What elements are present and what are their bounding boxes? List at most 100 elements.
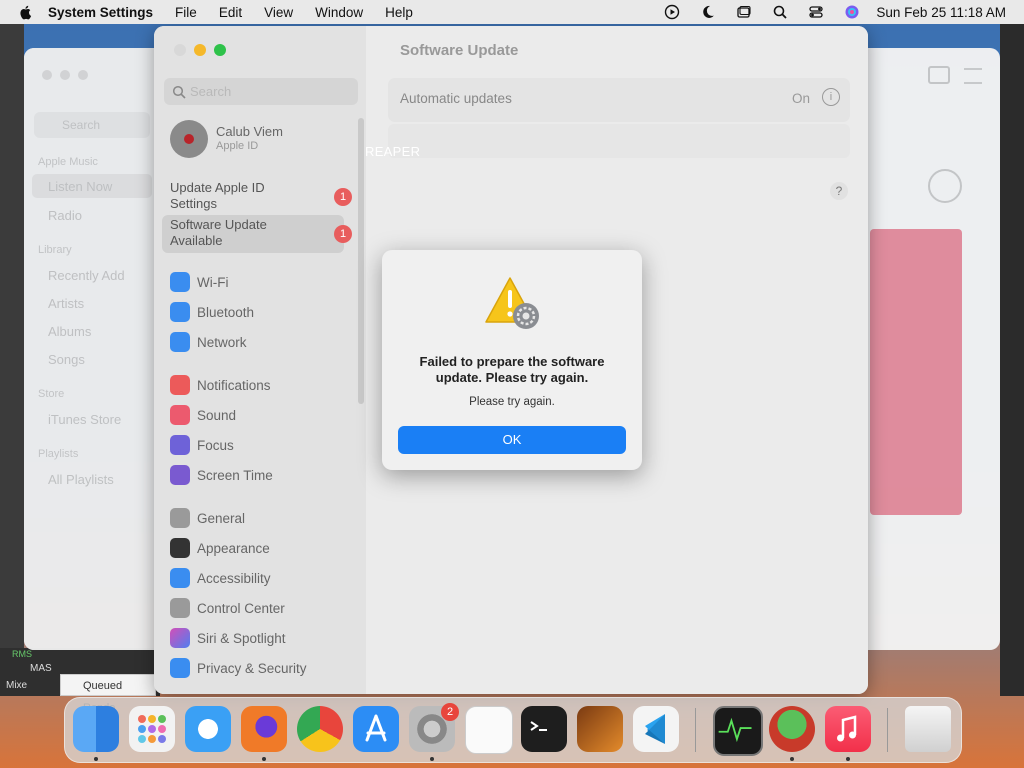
notice-update-apple-id-settings[interactable]: Update Apple ID Settings 1 [162,178,352,216]
menu-clock[interactable]: Sun Feb 25 11:18 AM [876,5,1006,20]
sidebar-item-sound[interactable]: Sound [170,402,236,428]
siri-icon [170,628,190,648]
play-status-icon[interactable] [664,4,680,20]
music-item-all-playlists[interactable]: All Playlists [48,472,114,487]
sidebar-item-privacy-security[interactable]: Privacy & Security [170,655,307,681]
sidebar-item-accessibility[interactable]: Accessibility [170,565,271,591]
finder-icon[interactable] [73,706,119,752]
sidebar-item-control-center[interactable]: Control Center [170,595,285,621]
music-item-recently-added[interactable]: Recently Add [48,268,125,283]
safari-icon[interactable] [185,706,231,752]
notifications-bell-icon [170,375,190,395]
alert-message: Failed to prepare the software update. P… [419,354,605,385]
dock-divider [695,708,696,752]
help-button[interactable]: ? [830,182,848,200]
music-item-artists[interactable]: Artists [48,296,84,311]
update-status-area [388,124,850,158]
menu-edit[interactable]: Edit [219,5,242,20]
info-icon[interactable]: i [822,88,840,106]
automatic-updates-label: Automatic updates [400,91,512,106]
music-icon[interactable] [825,706,871,752]
sidebar-item-siri-spotlight[interactable]: Siri & Spotlight [170,625,286,651]
running-indicator [790,757,794,761]
window-controls [174,44,226,56]
menu-help[interactable]: Help [385,5,413,20]
firefox-icon[interactable] [241,706,287,752]
apple-menu-icon[interactable] [18,4,34,20]
sidebar-item-wifi[interactable]: Wi-Fi [170,269,228,295]
notice-badge: 1 [334,225,352,243]
sidebar-item-notifications[interactable]: Notifications [170,372,271,398]
sidebar-item-appearance[interactable]: Appearance [170,535,270,561]
menu-window[interactable]: Window [315,5,363,20]
sidebar-item-screen-time[interactable]: Screen Time [170,462,273,488]
garageband-icon[interactable] [577,706,623,752]
menu-view[interactable]: View [264,5,293,20]
screen-time-hourglass-icon [170,465,190,485]
sidebar-item-focus[interactable]: Focus [170,432,234,458]
menu-file[interactable]: File [175,5,197,20]
control-center-icon[interactable] [808,4,824,20]
music-item-itunes-store[interactable]: iTunes Store [48,412,121,427]
trash-icon[interactable] [905,706,951,752]
automatic-updates-value: On [791,91,810,106]
settings-search-input[interactable]: Search [164,78,358,105]
privacy-hand-icon [170,658,190,678]
music-section-playlists: Playlists [38,448,79,460]
running-indicator [262,757,266,761]
chrome-icon[interactable] [297,706,343,752]
profile-name: Calub Viem [216,124,283,139]
general-gear-icon [170,508,190,528]
notice-software-update-available[interactable]: Software Update Available 1 [162,215,352,253]
warning-icon [485,277,539,329]
accessibility-icon [170,568,190,588]
sidebar-item-network[interactable]: Network [170,329,247,355]
queued-render-tab[interactable]: Queued Rende [60,674,156,714]
settings-sidebar: Search Calub Viem Apple ID Update Apple … [154,26,366,694]
avatar [170,120,208,158]
automatic-updates-row[interactable]: Automatic updates On i [388,78,850,122]
activity-monitor-icon[interactable] [713,706,763,756]
zoom-window-button[interactable] [214,44,226,56]
app-name-menu[interactable]: System Settings [48,5,153,20]
music-item-songs[interactable]: Songs [48,352,85,367]
app-store-icon[interactable] [353,706,399,752]
minimize-window-button[interactable] [194,44,206,56]
launchpad-icon[interactable] [129,706,175,752]
textedit-icon[interactable] [465,706,513,754]
close-window-button[interactable] [174,44,186,56]
spotlight-search-icon[interactable] [772,4,788,20]
focus-moon-icon[interactable] [700,4,716,20]
account-avatar-icon[interactable] [928,169,962,203]
sidebar-scrollbar[interactable] [358,118,364,404]
reaper-rms-label: RMS [12,649,32,659]
reaper-icon[interactable] [769,706,815,752]
dock: 2 [64,697,962,763]
music-item-albums[interactable]: Albums [48,324,91,339]
control-center-icon [170,598,190,618]
appearance-icon [170,538,190,558]
music-item-listen-now[interactable]: Listen Now [32,174,152,198]
ok-button[interactable]: OK [398,426,626,454]
reaper-right-edge [1000,24,1024,696]
music-item-radio[interactable]: Radio [48,208,82,223]
menu-bar: System Settings File Edit View Window He… [0,0,1024,24]
notice-badge: 1 [334,188,352,206]
lyrics-icon[interactable] [928,66,950,84]
window-stage-icon[interactable] [736,4,752,20]
sound-speaker-icon [170,405,190,425]
apple-id-profile[interactable]: Calub Viem Apple ID [170,120,360,160]
queue-list-icon[interactable] [964,68,982,84]
settings-notification-badge: 2 [441,703,459,721]
reaper-mixer-tab[interactable]: Mixe [6,680,27,691]
sidebar-item-general[interactable]: General [170,505,245,531]
terminal-icon[interactable] [521,706,567,752]
bluetooth-icon [170,302,190,322]
album-artwork [870,229,962,515]
sidebar-item-bluetooth[interactable]: Bluetooth [170,299,254,325]
siri-icon[interactable] [844,4,860,20]
music-traffic-lights [42,70,88,80]
music-search-input[interactable]: Search [34,112,150,138]
music-section-store: Store [38,388,65,400]
vscode-icon[interactable] [633,706,679,752]
